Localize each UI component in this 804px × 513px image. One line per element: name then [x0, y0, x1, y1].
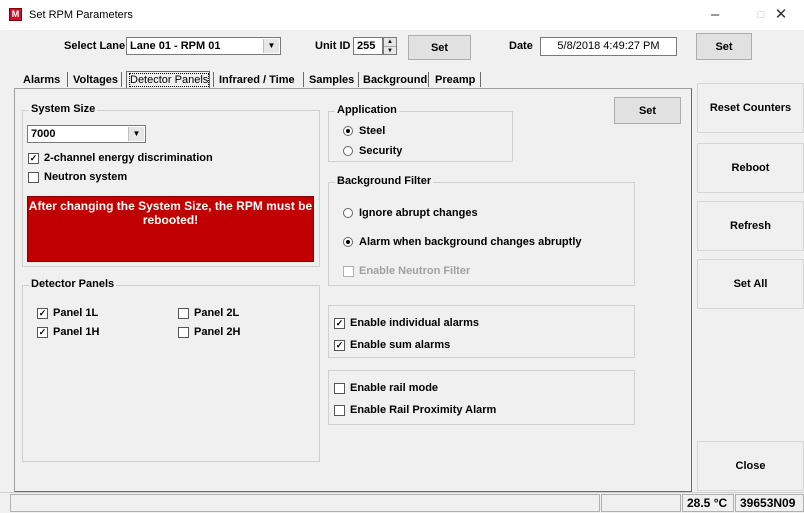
neutron-system-checkbox[interactable]: Neutron system [28, 171, 127, 183]
panel-1l-label: Panel 1L [53, 307, 99, 319]
panel-2h-label: Panel 2H [194, 326, 241, 338]
enable-sum-alarms-label: Enable sum alarms [350, 339, 451, 351]
close-window-button[interactable]: ✕ [758, 0, 804, 30]
enable-rail-mode-label: Enable rail mode [350, 382, 439, 394]
tab-background[interactable]: Background [363, 74, 427, 86]
enable-individual-alarms-label: Enable individual alarms [350, 317, 479, 329]
application-steel-radio[interactable]: Steel [343, 125, 385, 137]
chevron-down-icon[interactable]: ▼ [128, 127, 144, 141]
unit-id-input[interactable]: 255 [353, 37, 383, 55]
refresh-button[interactable]: Refresh [697, 201, 804, 251]
checkbox-checked-icon: ✓ [28, 152, 39, 164]
minimize-button[interactable]: – [692, 0, 738, 30]
chevron-down-icon[interactable]: ▼ [263, 39, 279, 53]
lane-select-value: Lane 01 - RPM 01 [130, 40, 221, 52]
neutron-system-label: Neutron system [44, 171, 128, 183]
ignore-abrupt-changes-label: Ignore abrupt changes [359, 207, 478, 219]
enable-neutron-filter-checkbox: Enable Neutron Filter [343, 265, 470, 277]
panel-1l-checkbox[interactable]: ✓ Panel 1L [37, 307, 98, 319]
radio-selected-icon [343, 237, 353, 247]
enable-rail-proximity-checkbox[interactable]: Enable Rail Proximity Alarm [334, 404, 496, 416]
radio-empty-icon [343, 208, 353, 218]
checkbox-empty-icon [178, 307, 189, 319]
energy-discrimination-checkbox[interactable]: ✓ 2-channel energy discrimination [28, 152, 213, 164]
application-legend: Application [335, 104, 399, 116]
background-filter-legend: Background Filter [335, 175, 434, 187]
tab-separator [121, 72, 122, 87]
ignore-abrupt-changes-radio[interactable]: Ignore abrupt changes [343, 207, 478, 219]
radio-empty-icon [343, 146, 353, 156]
alarm-abrupt-changes-radio[interactable]: Alarm when background changes abruptly [343, 236, 582, 248]
enable-neutron-filter-label: Enable Neutron Filter [359, 265, 471, 277]
panel-2l-label: Panel 2L [194, 307, 240, 319]
status-message-cell [10, 494, 600, 512]
window-title: Set RPM Parameters [29, 9, 133, 21]
date-input[interactable]: 5/8/2018 4:49:27 PM [540, 37, 677, 56]
checkbox-checked-icon: ✓ [334, 339, 345, 351]
reboot-button[interactable]: Reboot [697, 143, 804, 193]
application-steel-label: Steel [359, 125, 386, 137]
set-application-button[interactable]: Set [614, 97, 681, 124]
checkbox-empty-icon [334, 382, 345, 394]
panel-1h-label: Panel 1H [53, 326, 100, 338]
checkbox-empty-icon [343, 265, 354, 277]
checkbox-empty-icon [178, 326, 189, 338]
set-all-button[interactable]: Set All [697, 259, 804, 309]
unit-id-label: Unit ID [315, 40, 351, 52]
set-date-button[interactable]: Set [696, 33, 752, 60]
lane-select[interactable]: Lane 01 - RPM 01 ▼ [126, 37, 281, 55]
set-unit-id-button[interactable]: Set [408, 35, 471, 60]
serial-number-readout: 39653N09 [735, 494, 804, 512]
reboot-warning-banner: After changing the System Size, the RPM … [27, 196, 314, 262]
panel-2l-checkbox[interactable]: Panel 2L [178, 307, 239, 319]
enable-sum-alarms-checkbox[interactable]: ✓ Enable sum alarms [334, 339, 450, 351]
enable-rail-proximity-label: Enable Rail Proximity Alarm [350, 404, 497, 416]
tab-detector-panels[interactable]: Detector Panels [126, 71, 210, 88]
tab-separator [213, 72, 214, 87]
spin-down-icon[interactable]: ▼ [384, 47, 396, 55]
system-size-value: 7000 [31, 128, 56, 140]
tab-separator [358, 72, 359, 87]
enable-rail-mode-checkbox[interactable]: Enable rail mode [334, 382, 438, 394]
checkbox-empty-icon [28, 171, 39, 183]
panel-2h-checkbox[interactable]: Panel 2H [178, 326, 240, 338]
system-size-legend: System Size [29, 103, 98, 115]
checkbox-checked-icon: ✓ [37, 307, 48, 319]
reset-counters-button[interactable]: Reset Counters [697, 83, 804, 133]
app-logo-icon: M [9, 8, 22, 21]
application-security-label: Security [359, 145, 403, 157]
rail-options-group [328, 370, 635, 425]
tab-infrared-time[interactable]: Infrared / Time [219, 74, 295, 86]
radio-selected-icon [343, 126, 353, 136]
spin-up-icon[interactable]: ▲ [384, 38, 396, 47]
tab-voltages[interactable]: Voltages [73, 74, 118, 86]
checkbox-empty-icon [334, 404, 345, 416]
status-empty-cell [601, 494, 681, 512]
tab-separator [67, 72, 68, 87]
tab-samples[interactable]: Samples [309, 74, 354, 86]
tab-alarms[interactable]: Alarms [23, 74, 60, 86]
tab-preamp[interactable]: Preamp [435, 74, 475, 86]
tab-separator [303, 72, 304, 87]
date-label: Date [509, 40, 533, 52]
panel-1h-checkbox[interactable]: ✓ Panel 1H [37, 326, 99, 338]
tab-separator [480, 72, 481, 87]
checkbox-checked-icon: ✓ [334, 317, 345, 329]
checkbox-checked-icon: ✓ [37, 326, 48, 338]
alarm-abrupt-changes-label: Alarm when background changes abruptly [359, 236, 582, 248]
unit-id-spinner[interactable]: ▲ ▼ [383, 37, 397, 55]
close-button[interactable]: Close [697, 441, 804, 491]
temperature-readout: 28.5 °C [682, 494, 734, 512]
energy-discrimination-label: 2-channel energy discrimination [44, 152, 213, 164]
select-lane-label: Select Lane [64, 40, 126, 52]
application-security-radio[interactable]: Security [343, 145, 402, 157]
system-size-select[interactable]: 7000 ▼ [27, 125, 146, 143]
tab-separator [428, 72, 429, 87]
tab-detector-panels-label: Detector Panels [128, 73, 210, 87]
detector-panels-legend: Detector Panels [29, 278, 117, 290]
enable-individual-alarms-checkbox[interactable]: ✓ Enable individual alarms [334, 317, 479, 329]
